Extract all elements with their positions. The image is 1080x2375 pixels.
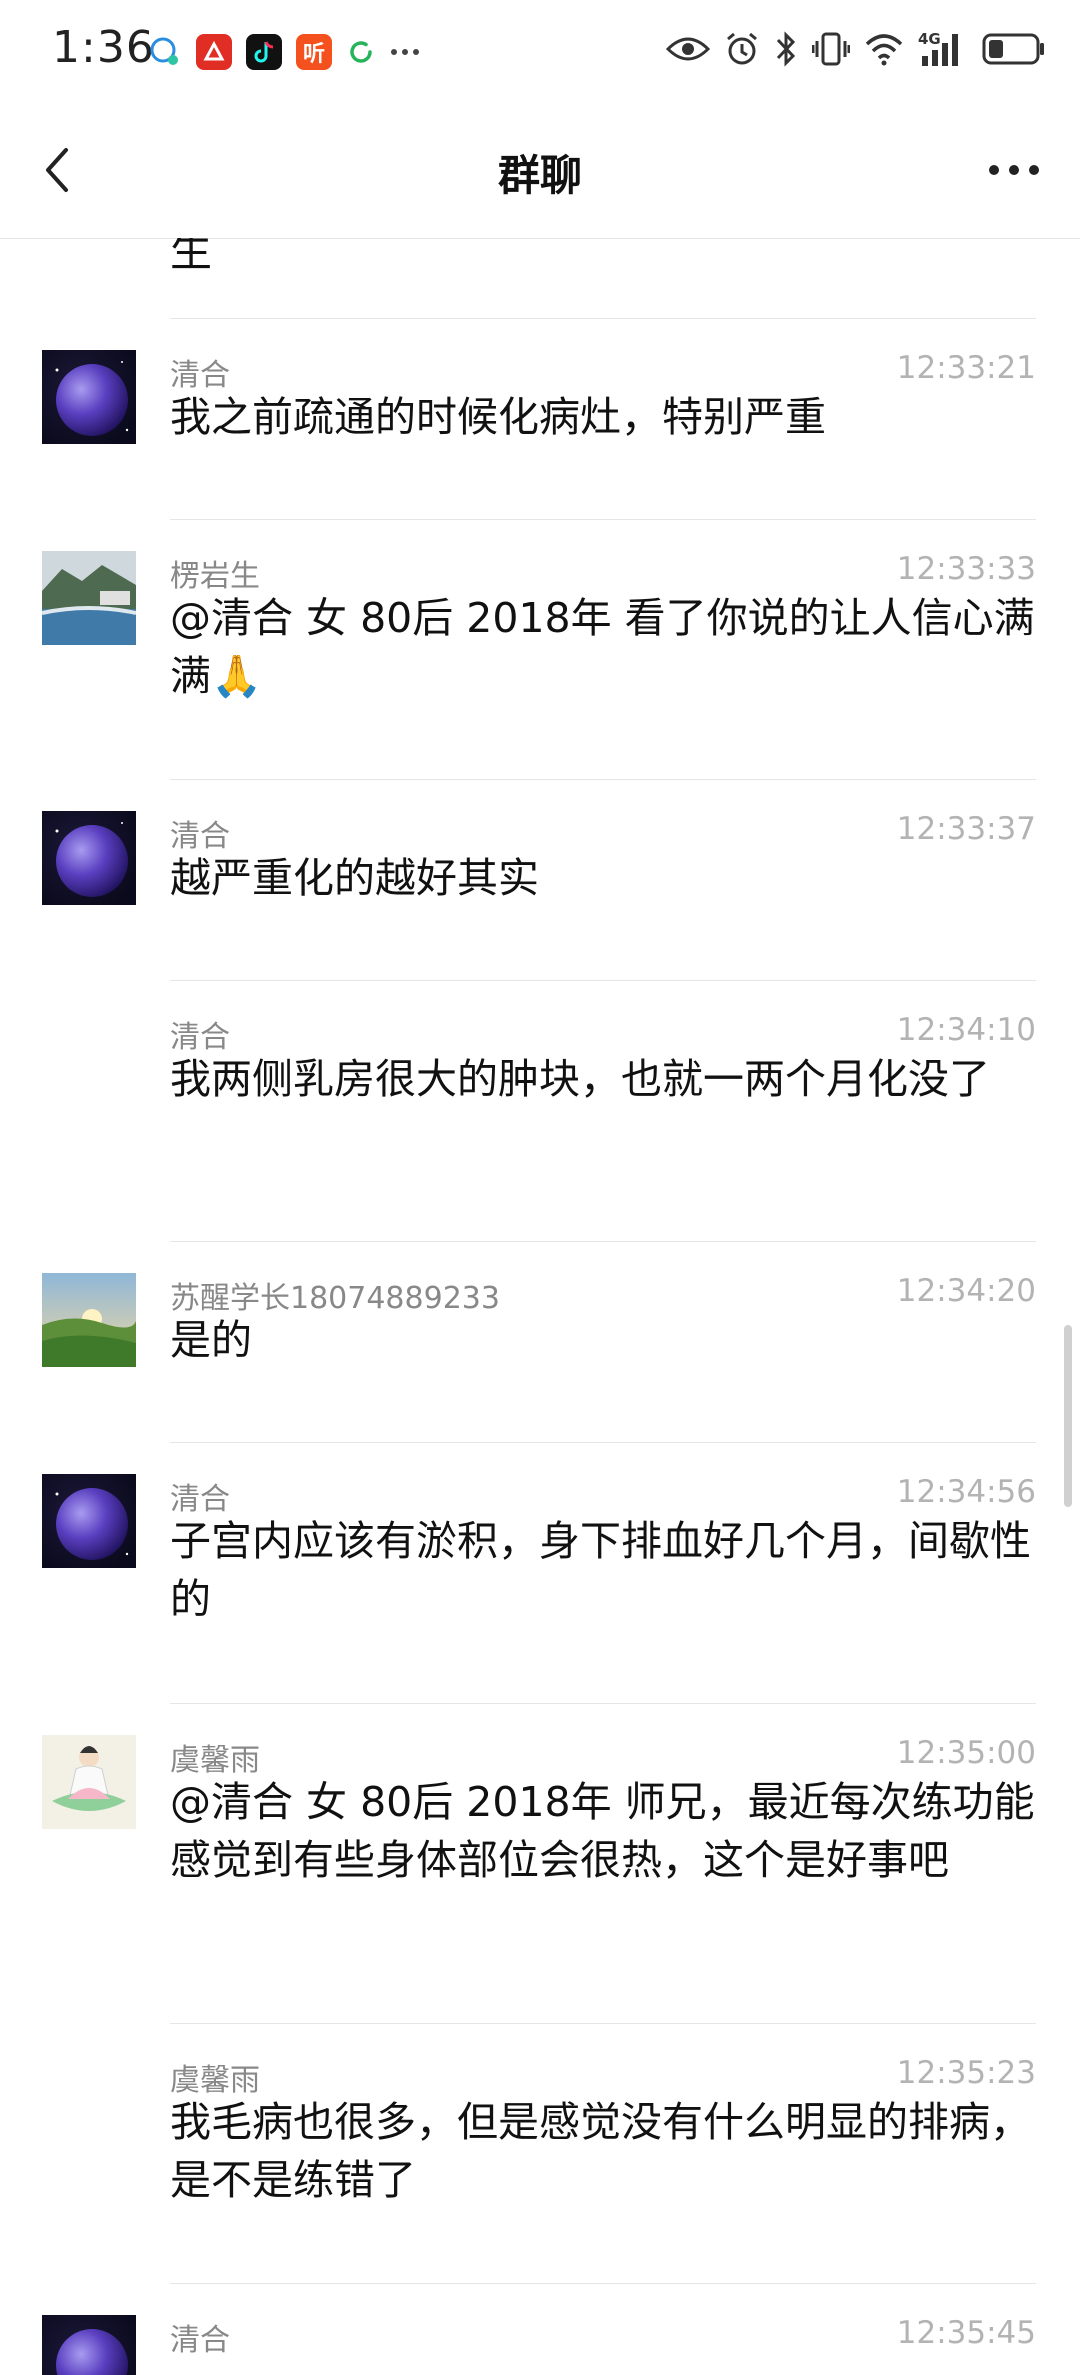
sender-name[interactable]: 清合 <box>170 2315 230 2359</box>
page-title: 群聊 <box>497 151 582 200</box>
divider <box>170 980 1036 981</box>
lotus-guanyin-avatar[interactable] <box>42 1735 136 1829</box>
partial-message-text: 生 <box>170 238 213 276</box>
planet-avatar[interactable] <box>42 811 136 905</box>
divider <box>170 318 1036 319</box>
more-dots-icon <box>391 49 419 55</box>
message-time: 12:34:56 <box>896 1474 1036 1510</box>
message-list[interactable]: 生 清合 12:33:21 我之前疏通的时候化病灶，特别严重 楞岩生 12:33… <box>0 238 1080 2375</box>
status-bar: 1:36 听 4G <box>0 0 1080 104</box>
message-text[interactable]: @清合 女 80后 2018年 师兄，最近每次练功能感觉到有些身体部位会很热，这… <box>170 1773 1036 1889</box>
message-time: 12:34:10 <box>896 1012 1036 1048</box>
message-text[interactable]: 越严重化的越好其实 <box>170 849 1036 907</box>
signal-4g-icon: 4G <box>918 30 968 68</box>
message-text[interactable]: @清合 女 80后 2018年 看了你说的让人信心满满🙏 <box>170 589 1036 705</box>
tiktok-app-icon <box>246 34 282 70</box>
messenger-icon <box>150 37 178 65</box>
message-time: 12:34:20 <box>896 1273 1036 1309</box>
sync-icon <box>350 41 372 63</box>
audio-app-icon: 听 <box>296 34 332 70</box>
divider <box>170 2023 1036 2024</box>
planet-avatar[interactable] <box>42 2315 136 2375</box>
divider <box>170 519 1036 520</box>
notification-icons: 听 <box>148 34 420 70</box>
battery-icon <box>982 33 1044 65</box>
message-text[interactable]: 我毛病也很多，但是感觉没有什么明显的排病，是不是练错了 <box>170 2093 1036 2209</box>
landscape-avatar[interactable] <box>42 551 136 645</box>
wifi-icon <box>865 34 903 66</box>
divider <box>170 1442 1036 1443</box>
message-time: 12:35:23 <box>896 2055 1036 2091</box>
message-time: 12:33:33 <box>896 551 1036 587</box>
message-time: 12:35:45 <box>896 2315 1036 2351</box>
system-status-icons: 4G <box>666 30 1046 68</box>
alarm-icon <box>727 32 757 65</box>
pinduoduo-app-icon <box>196 34 232 70</box>
message-text[interactable]: 是的 <box>170 1311 1036 1369</box>
vibrate-icon <box>812 32 850 66</box>
chat-header: 群聊 <box>0 104 1080 239</box>
scrollbar-thumb[interactable] <box>1064 1325 1072 1507</box>
bluetooth-icon <box>776 31 796 67</box>
divider <box>170 1241 1036 1242</box>
sunrise-hills-avatar[interactable] <box>42 1273 136 1367</box>
planet-avatar[interactable] <box>42 1474 136 1568</box>
audio-app-label: 听 <box>302 42 325 67</box>
message-text[interactable]: 我两侧乳房很大的肿块，也就一两个月化没了 <box>170 1050 1036 1108</box>
more-options-icon[interactable] <box>982 148 1046 192</box>
message-text[interactable]: 我之前疏通的时候化病灶，特别严重 <box>170 388 1036 446</box>
status-time: 1:36 <box>52 22 155 73</box>
message-time: 12:33:21 <box>896 350 1036 386</box>
divider <box>170 779 1036 780</box>
divider <box>170 2283 1036 2284</box>
planet-avatar[interactable] <box>42 350 136 444</box>
message-time: 12:35:00 <box>896 1735 1036 1771</box>
message-text[interactable]: 子宫内应该有淤积，身下排血好几个月，间歇性的 <box>170 1512 1036 1628</box>
message-time: 12:33:37 <box>896 811 1036 847</box>
divider <box>170 1703 1036 1704</box>
eye-icon <box>666 37 710 61</box>
